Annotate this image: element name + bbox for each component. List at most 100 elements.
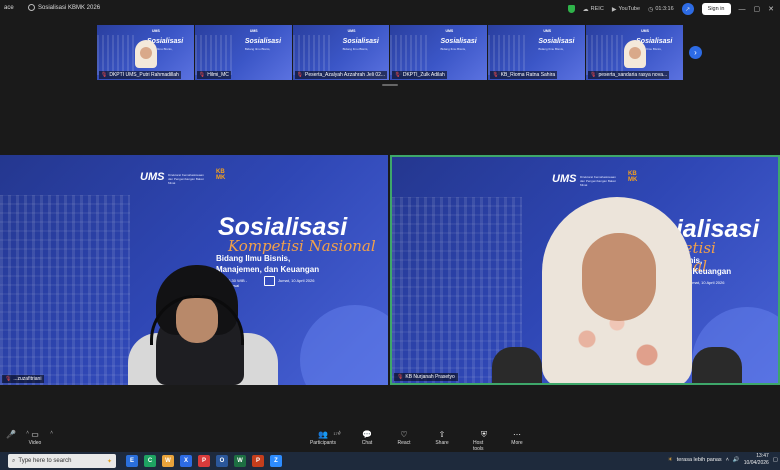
clock-date: 10/04/2026 xyxy=(743,460,769,466)
timer-icon: ◷ xyxy=(648,6,654,13)
start-button[interactable] xyxy=(0,452,8,470)
toolbar-right: ☁ REIC ▶ YouTube ◷ 01:3:16 ↗ Sign in — ▢ ✕ xyxy=(567,0,780,18)
host-tools-button[interactable]: ⛨ Host tools xyxy=(473,429,495,452)
participants-button[interactable]: 👥 Participants 179 ˄ xyxy=(309,429,341,446)
participant-face xyxy=(135,40,157,68)
participant-thumbnail[interactable]: UMS Sosialisasi Bidang Ilmu Bisnis, 🎙 DKPTI … xyxy=(97,25,194,80)
video-tile-right-active-speaker[interactable]: UMS Direktorat Kemahasiswaan dan Pengemb… xyxy=(390,155,780,385)
slide-logo: UMS xyxy=(552,173,577,185)
control-label: Video xyxy=(28,440,42,446)
control-label: Share xyxy=(435,440,449,446)
taskbar-app-icon[interactable]: P xyxy=(252,455,264,467)
avatar[interactable]: ↗ xyxy=(681,3,694,15)
chat-icon: 💬 xyxy=(362,430,372,439)
participant-name-tag: 🎙 peserta_sandaria rasya nova... xyxy=(588,71,670,79)
react-button[interactable]: ♡ React xyxy=(393,429,415,446)
taskbar-app-icon[interactable]: C xyxy=(144,455,156,467)
participant-name-tag: 🎙 DKPTI_Zulk Adilah xyxy=(392,71,447,79)
meeting-title: Sosialisasi KBMK 2026 xyxy=(38,5,101,11)
more-icon: ⋯ xyxy=(513,430,521,439)
meeting-info-icon[interactable] xyxy=(28,4,35,11)
clock[interactable]: 13:47 10/04/2026 xyxy=(744,453,769,467)
taskbar-search-input[interactable]: ⌕ Type here to search ✦ xyxy=(8,454,116,468)
meeting-timer: ◷ 01:3:16 xyxy=(648,6,674,13)
thumb-slide-title: Sosialisasi xyxy=(244,38,282,45)
strip-next-button[interactable]: › xyxy=(689,46,702,59)
slide-building-graphic xyxy=(292,35,333,75)
system-tray: ☀ terasa lebih panas ˄ 🔊 13:47 10/04/2026… xyxy=(668,453,778,467)
video-camera-button[interactable]: ▭ Video ˄ xyxy=(24,429,53,446)
youtube-stream-status[interactable]: ▶ YouTube xyxy=(612,6,640,13)
taskbar-app-icon[interactable]: X xyxy=(180,455,192,467)
kbmk-logo-line2: MK xyxy=(216,175,226,181)
host-tools-icon: ⛨ xyxy=(481,430,487,439)
search-icon: ⌕ xyxy=(12,457,16,464)
maximize-button[interactable]: ▢ xyxy=(754,5,761,13)
taskbar-app-icon[interactable]: Z xyxy=(270,455,282,467)
meeting-control-bar: 🎤 ˄ ▭ Video ˄ 👥 Participants 179 ˄ 💬 Chat ♡ React ⇧ Sh… xyxy=(0,429,780,452)
mic-icon: 🎙 xyxy=(397,374,404,380)
control-label: Participants xyxy=(309,440,337,446)
chevron-up-icon[interactable]: ˄ xyxy=(338,430,341,436)
control-label: More xyxy=(511,440,523,446)
slide-building-graphic xyxy=(488,35,529,75)
video-tile-left[interactable]: UMS Direktorat Kemahasiswaan dan Pengemb… xyxy=(0,155,388,385)
slide-bubble xyxy=(300,305,388,385)
slide-subtitle: Kompetisi Nasional xyxy=(228,237,376,255)
slide-building-graphic xyxy=(194,35,235,75)
cloud-label: REIC xyxy=(590,6,604,12)
participant-name-tag: 🎙 Hilmi_MC xyxy=(196,71,231,79)
timer-label: 01:3:16 xyxy=(655,6,674,12)
participant-name: peserta_sandaria rasya nova... xyxy=(598,72,668,78)
thumb-slide-subtitle: Bidang Ilmu Bisnis, xyxy=(244,47,271,51)
share-button[interactable]: ⇧ Share xyxy=(431,429,453,446)
taskbar-app-icon[interactable]: P xyxy=(198,455,210,467)
participant-thumbnail[interactable]: UMS Sosialisasi Bidang Ilmu Bisnis, 🎙 Hilmi_… xyxy=(194,25,292,80)
thumb-logo: UMS xyxy=(641,29,649,33)
thumb-logo: UMS xyxy=(249,29,258,33)
participant-thumbnail[interactable]: UMS Sosialisasi Bidang Ilmu Bisnis, 🎙 pesert… xyxy=(586,25,683,80)
participant-name: ...zuzafitriani xyxy=(13,376,42,382)
muted-mic-icon: 🎙 xyxy=(492,72,499,78)
participant-thumbnail[interactable]: UMS Sosialisasi Bidang Ilmu Bisnis, 🎙 DKPTI_… xyxy=(390,25,488,80)
muted-mic-icon: 🎙 xyxy=(296,72,304,78)
cloud-recording-status[interactable]: ☁ REIC xyxy=(583,6,604,13)
thumb-slide-subtitle: Bidang Ilmu Bisnis, xyxy=(538,47,564,51)
participant-thumbnail[interactable]: UMS Sosialisasi Bidang Ilmu Bisnis, 🎙 KB_Rio… xyxy=(488,25,586,80)
weather-icon: ☀ xyxy=(667,457,673,463)
thumb-logo: UMS xyxy=(152,29,160,33)
windows-taskbar: ⌕ Type here to search ✦ ECWXPOWPZ ☀ tera… xyxy=(0,452,780,470)
signin-button[interactable]: Sign in xyxy=(701,3,731,15)
kbmk-logo: KB MK xyxy=(628,171,637,183)
mic-button[interactable]: 🎤 ˄ xyxy=(0,429,29,440)
taskbar-app-icon[interactable]: W xyxy=(162,455,174,467)
participant-thumbnail[interactable]: UMS Sosialisasi Bidang Ilmu Bisnis, 🎙 Pesert… xyxy=(292,25,390,80)
chat-button[interactable]: 💬 Chat xyxy=(356,429,378,446)
volume-icon[interactable]: 🔊 xyxy=(733,457,740,463)
thumb-slide-title: Sosialisasi xyxy=(440,38,477,45)
muted-mic-icon: 🎙 xyxy=(101,72,108,78)
resize-handle[interactable] xyxy=(382,84,398,86)
chevron-up-icon[interactable]: ˄ xyxy=(50,430,53,436)
search-highlight-icon: ✦ xyxy=(106,458,112,465)
participant-name-tag: 🎙 ...zuzafitriani xyxy=(2,375,45,383)
taskbar-app-icon[interactable]: E xyxy=(126,455,138,467)
taskbar-app-icon[interactable]: W xyxy=(234,455,246,467)
more-button[interactable]: ⋯ More xyxy=(506,429,528,446)
slide-building-graphic xyxy=(0,195,130,385)
share-icon: ⇧ xyxy=(438,430,446,439)
taskbar-app-icon[interactable]: O xyxy=(216,455,228,467)
close-button[interactable]: ✕ xyxy=(768,5,774,13)
participant-name: DKPTI UMS_Putri Rahmadillah xyxy=(109,72,179,78)
thumb-logo: UMS xyxy=(445,29,454,33)
participant-name-tag: 🎙 Peserta_Azalyah Azzahrah Jeli 02... xyxy=(294,71,388,79)
notification-icon[interactable]: ▢ xyxy=(773,457,778,463)
video-camera-icon: ▭ xyxy=(31,430,39,439)
tray-chevron-icon[interactable]: ˄ xyxy=(726,457,729,463)
thumb-logo: UMS xyxy=(347,29,356,33)
security-shield-icon[interactable] xyxy=(567,5,575,13)
kbmk-logo: KB MK xyxy=(216,169,225,181)
slide-building-graphic xyxy=(586,35,627,75)
minimize-button[interactable]: — xyxy=(739,6,746,13)
participants-icon: 👥 xyxy=(318,430,328,439)
